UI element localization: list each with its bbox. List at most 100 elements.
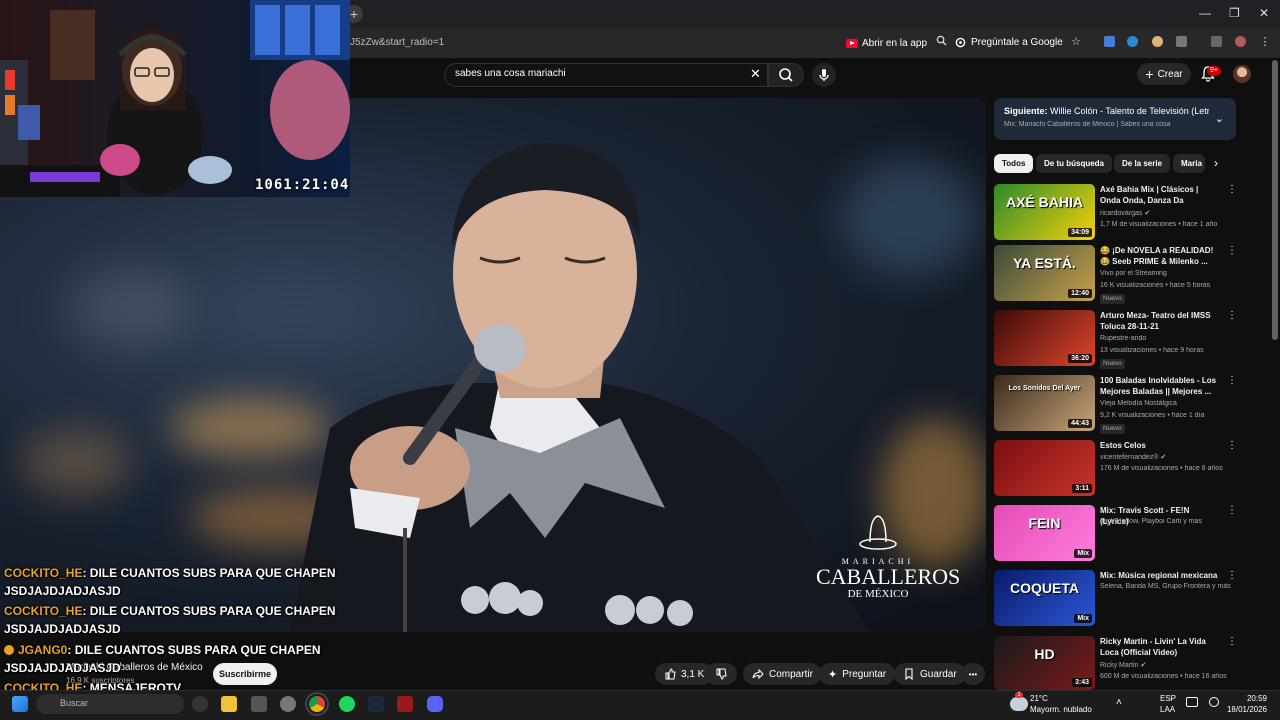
bookmark-star-icon[interactable]: ☆ (1069, 35, 1083, 48)
task-view-icon[interactable] (192, 696, 208, 712)
more-options-icon[interactable]: ⋮ (1227, 440, 1237, 451)
weather-badge: 1 (1015, 692, 1023, 698)
keyboard-layout[interactable]: LAA (1160, 705, 1175, 714)
video-title[interactable]: 😂 ¡De NOVELA a REALIDAD! 😂 Seeb PRIME & … (1100, 245, 1220, 267)
discord-icon[interactable] (427, 696, 443, 712)
app-icon[interactable] (280, 696, 296, 712)
video-channel[interactable]: Selena, Banda MS, Grupo Frontera y más (1100, 583, 1232, 590)
video-title[interactable]: Mix: Música regional mexicana (1100, 570, 1220, 581)
save-button[interactable]: Guardar (894, 663, 966, 685)
minimize-button[interactable]: — (1199, 6, 1211, 20)
more-options-icon[interactable]: ⋮ (1227, 184, 1237, 195)
video-channel[interactable]: vicentefernandez® ✔ (1100, 453, 1232, 461)
create-button[interactable]: + Crear (1137, 63, 1191, 85)
video-channel[interactable]: Vivo por el Streaming (1100, 270, 1232, 277)
open-in-app-button[interactable]: Abrir en la app (846, 35, 927, 51)
voice-search-button[interactable] (812, 63, 836, 87)
app-icon[interactable] (251, 696, 267, 712)
video-duration: Mix (1074, 614, 1092, 623)
ask-google-button[interactable]: Pregúntale a Google (955, 33, 1063, 51)
share-button[interactable]: Compartir (743, 663, 822, 685)
steam-icon[interactable] (368, 696, 384, 712)
clear-search-icon[interactable]: ✕ (750, 66, 761, 82)
extension-icon[interactable] (1152, 36, 1163, 47)
extensions-puzzle-icon[interactable] (1176, 36, 1187, 47)
chrome-icon[interactable] (305, 692, 329, 716)
subscribe-button[interactable]: Suscribirme (213, 663, 277, 685)
up-next-subtitle: Mix: Mariachi Caballeros de México | Sab… (1004, 121, 1171, 128)
more-options-icon[interactable]: ⋮ (1227, 570, 1237, 581)
video-channel[interactable]: Vieja Melodía Nostálgica (1100, 400, 1232, 407)
video-channel[interactable]: ricardovargas ✔ (1100, 209, 1232, 217)
profile-avatar-icon[interactable] (1235, 36, 1246, 47)
video-thumbnail[interactable]: 3:11 (994, 440, 1095, 496)
chat-line: JSDJAJDJADJASJD (4, 661, 121, 675)
chip-maria[interactable]: Maria (1173, 154, 1205, 173)
video-title[interactable]: Arturo Meza- Teatro del IMSS Toluca 28-1… (1100, 310, 1220, 332)
more-options-icon[interactable]: ⋮ (1227, 505, 1237, 516)
translate-extension-icon[interactable] (1104, 36, 1115, 47)
media-control-icon[interactable] (1211, 36, 1222, 47)
open-in-app-label: Abrir en la app (862, 37, 928, 49)
chevron-right-icon[interactable]: › (1214, 156, 1218, 170)
video-title[interactable]: Estos Celos (1100, 440, 1220, 451)
clock-date[interactable]: 18/01/2026 (1225, 705, 1267, 714)
video-thumbnail[interactable]: HD 3:43 (994, 636, 1095, 690)
app-icon[interactable] (397, 696, 413, 712)
address-bar[interactable]: J5zZw&start_radio=1 (350, 37, 444, 48)
video-thumbnail[interactable]: 36:20 (994, 310, 1095, 366)
chevron-down-icon[interactable]: ⌄ (1215, 112, 1224, 125)
weather-icon[interactable] (1010, 697, 1028, 711)
youtube-logo-icon (846, 38, 858, 48)
tray-chevron-icon[interactable]: ˄ (1116, 697, 1122, 708)
taskbar-search[interactable]: Buscar (36, 694, 184, 714)
account-avatar[interactable] (1233, 65, 1251, 83)
search-input[interactable]: sabes una cosa mariachi (455, 68, 566, 79)
video-thumbnail[interactable]: COQUETA Mix (994, 570, 1095, 626)
zoom-icon[interactable] (934, 35, 948, 49)
logo-de-text: DE MÉXICO (847, 588, 909, 600)
scrollbar[interactable] (1272, 60, 1278, 340)
video-title[interactable]: Axé Bahia Mix | Clásicos | Onda Onda, Da… (1100, 184, 1220, 206)
more-options-icon[interactable]: ⋮ (1227, 310, 1237, 321)
maximize-button[interactable]: ❐ (1229, 6, 1240, 20)
video-channel[interactable]: Ricky Martin ✔ (1100, 661, 1232, 669)
thumbnail-text: HD (1034, 646, 1055, 662)
clock-time[interactable]: 20:59 (1245, 694, 1267, 703)
chip-de-la-serie[interactable]: De la serie (1114, 154, 1171, 173)
video-channel[interactable]: Rupestre-ando (1100, 335, 1232, 342)
save-label: Guardar (920, 668, 957, 680)
video-thumbnail[interactable]: Los Sonidos Del Ayer 44:43 (994, 375, 1095, 431)
video-title[interactable]: Ricky Martin - Livin' La Vida Loca (Offi… (1100, 636, 1220, 658)
video-stats: 13 visualizaciones • hace 9 horas (1100, 347, 1204, 354)
more-options-icon[interactable]: ⋮ (1227, 636, 1237, 647)
video-thumbnail[interactable]: FEIN Mix (994, 505, 1095, 561)
volume-icon[interactable] (1209, 697, 1219, 707)
more-options-icon[interactable]: ⋮ (1227, 245, 1237, 256)
dislike-button[interactable] (705, 663, 737, 685)
audio-extension-icon[interactable] (1127, 36, 1138, 47)
video-thumbnail[interactable]: YA ESTÁ. 12:40 (994, 245, 1095, 301)
chip-de-tu-busqueda[interactable]: De tu búsqueda (1036, 154, 1113, 173)
windows-start-icon[interactable] (12, 696, 28, 712)
video-channel[interactable]: Jack Harlow, Playboi Carti y más (1100, 518, 1232, 525)
browser-menu-icon[interactable]: ⋮ (1258, 35, 1272, 48)
video-stats: 600 M de visualizaciones • hace 16 años (1100, 673, 1227, 680)
up-next-panel[interactable]: Siguiente: Willie Colón - Talento de Tel… (994, 98, 1236, 140)
video-stats: 9,2 K visualizaciones • hace 1 día (1100, 412, 1205, 419)
ask-button[interactable]: ✦ Preguntar (819, 663, 896, 685)
network-icon[interactable] (1186, 697, 1198, 707)
mariachi-caballeros-logo: MARIACHI CABALLEROS DE MÉXICO (816, 512, 960, 600)
chip-todos[interactable]: Todos (994, 154, 1034, 173)
video-thumbnail[interactable]: AXÉ BAHIA 34:09 (994, 184, 1095, 240)
more-actions-button[interactable]: ••• (961, 663, 985, 685)
language[interactable]: ESP (1160, 694, 1176, 703)
close-window-button[interactable]: ✕ (1259, 6, 1269, 20)
more-options-icon[interactable]: ⋮ (1227, 375, 1237, 386)
share-icon (752, 668, 764, 680)
video-title[interactable]: 100 Baladas Inolvidables - Los Mejores B… (1100, 375, 1220, 397)
thumbs-down-icon (716, 668, 727, 680)
spotify-icon[interactable] (339, 696, 355, 712)
file-explorer-icon[interactable] (221, 696, 237, 712)
search-button[interactable] (768, 63, 804, 87)
